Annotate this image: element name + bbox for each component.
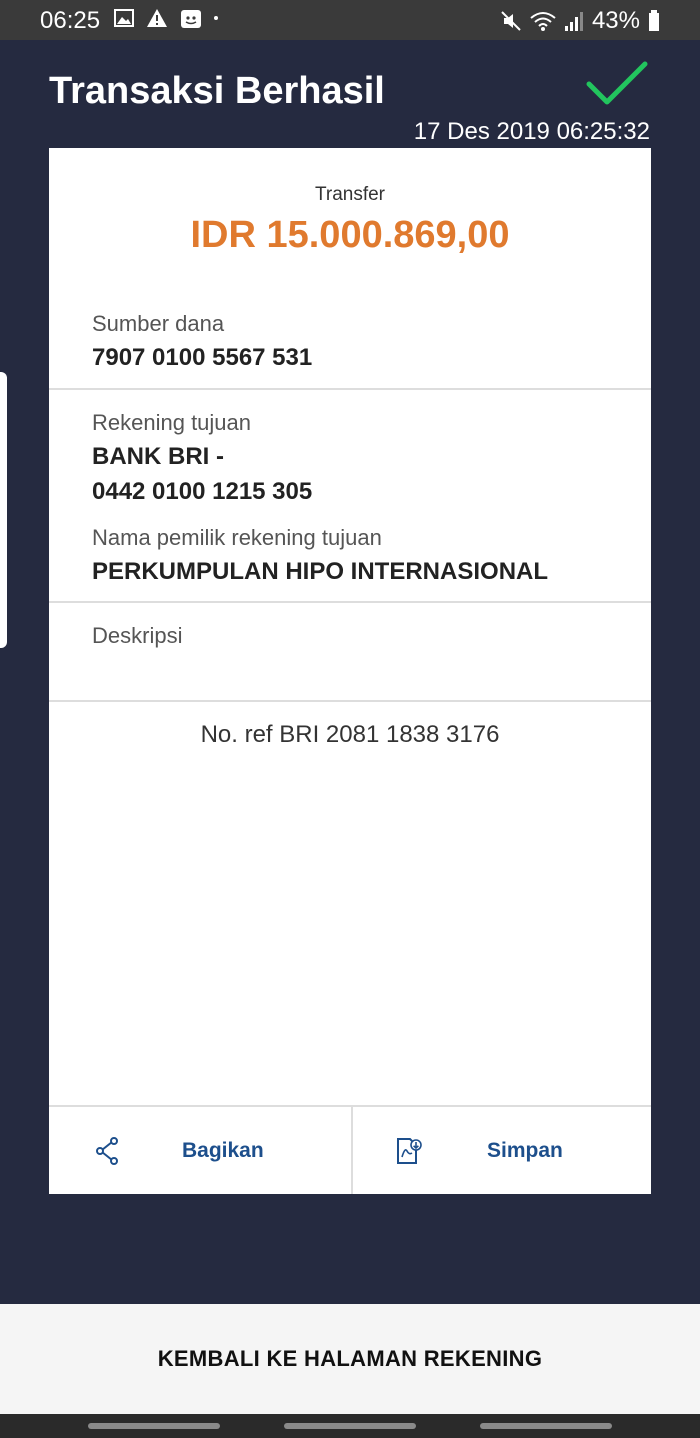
- status-icons-right: 43%: [500, 7, 660, 35]
- status-bar: 06:25 43%: [0, 0, 700, 40]
- side-edge-handle[interactable]: [0, 372, 7, 648]
- check-icon: [586, 61, 648, 105]
- signal-icon: [564, 12, 583, 31]
- mute-icon: [501, 11, 521, 31]
- pdf-download-icon: [397, 1138, 422, 1164]
- divider: [49, 601, 651, 603]
- destination-label: Rekening tujuan: [92, 410, 252, 435]
- save-button[interactable]: Simpan: [353, 1107, 651, 1194]
- divider: [49, 388, 651, 390]
- battery-icon: [649, 10, 659, 31]
- share-icon: [96, 1137, 118, 1165]
- wifi-icon: [530, 12, 556, 31]
- owner-label: Nama pemilik rekening tujuan: [92, 525, 382, 550]
- share-button[interactable]: Bagikan: [49, 1107, 351, 1194]
- transaction-amount: IDR 15.000.869,00: [190, 214, 510, 256]
- transaction-type: Transfer: [314, 184, 386, 205]
- receipt-card: Transfer IDR 15.000.869,00 Sumber dana 7…: [49, 148, 651, 1194]
- destination-bank: BANK BRI -: [92, 443, 224, 470]
- nav-home-button[interactable]: [284, 1423, 416, 1429]
- dot-icon: [214, 16, 218, 20]
- source-label: Sumber dana: [92, 311, 225, 336]
- destination-account: 0442 0100 1215 305: [92, 478, 313, 505]
- source-value: 7907 0100 5567 531: [92, 344, 313, 371]
- status-time: 06:25: [40, 7, 101, 34]
- nav-back-button[interactable]: [480, 1423, 612, 1429]
- back-to-account-button[interactable]: KEMBALI KE HALAMAN REKENING: [0, 1304, 700, 1414]
- status-icons-left: [114, 7, 218, 29]
- system-nav-bar: [0, 1414, 700, 1438]
- nav-recent-button[interactable]: [88, 1423, 220, 1429]
- battery-percent: 43%: [591, 7, 640, 34]
- share-label: Bagikan: [182, 1139, 264, 1162]
- divider: [49, 700, 651, 702]
- transaction-datetime: 17 Des 2019 06:25:32: [413, 118, 650, 145]
- reference-number: No. ref BRI 2081 1838 3176: [200, 721, 500, 748]
- page-title: Transaksi Berhasil: [49, 70, 385, 112]
- description-label: Deskripsi: [92, 623, 183, 648]
- action-bar: Bagikan Simpan: [49, 1105, 651, 1194]
- notification-icon: [181, 10, 201, 28]
- owner-value: PERKUMPULAN HIPO INTERNASIONAL: [92, 558, 549, 585]
- back-to-account-label: KEMBALI KE HALAMAN REKENING: [157, 1346, 543, 1371]
- image-icon: [114, 9, 134, 27]
- save-label: Simpan: [487, 1139, 563, 1162]
- warning-icon: [147, 9, 167, 27]
